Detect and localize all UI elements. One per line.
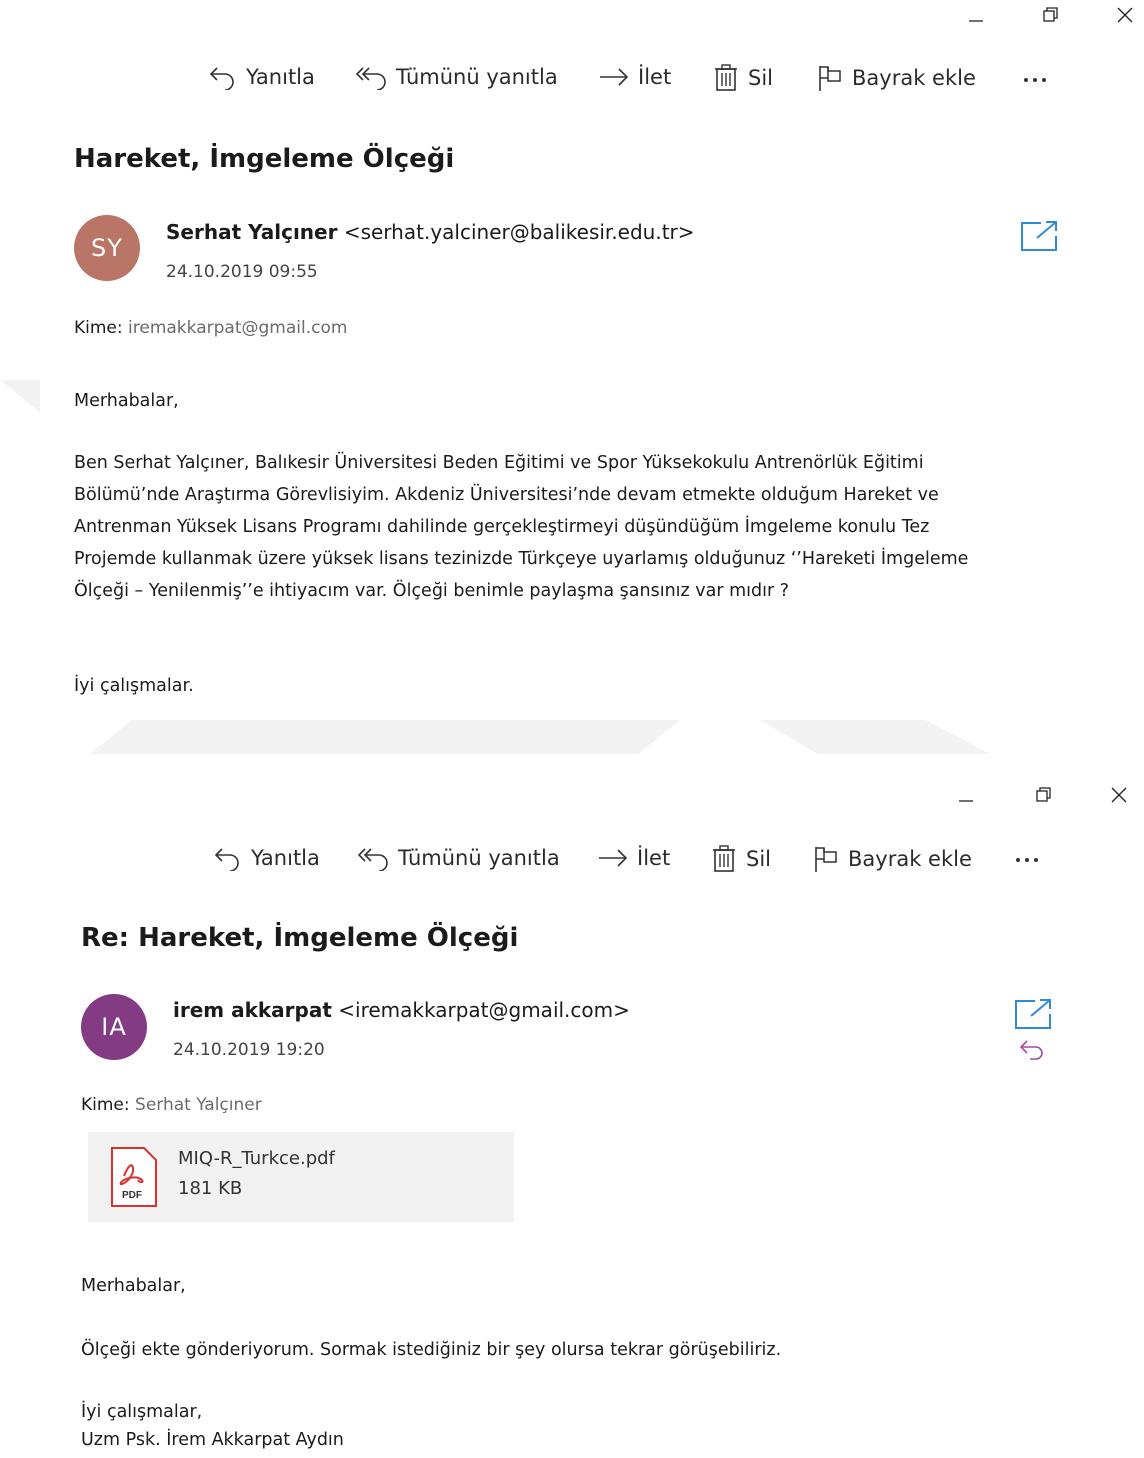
more-dot — [1034, 858, 1038, 862]
reply-all-label: Tümünü yanıtla — [398, 846, 560, 870]
recipient-line: Kime: Serhat Yalçıner — [81, 1095, 262, 1115]
sender-line: irem akkarpat <iremakkarpat@gmail.com> — [173, 998, 630, 1022]
replied-indicator — [1014, 1036, 1052, 1064]
open-in-new-window-button[interactable] — [1012, 996, 1054, 1032]
close-icon — [1111, 787, 1127, 803]
minimize-icon — [969, 20, 983, 22]
forward-label: İlet — [638, 65, 672, 89]
reply-button[interactable]: Yanıtla — [208, 64, 315, 90]
close-button[interactable] — [1105, 0, 1144, 30]
minimize-button[interactable] — [956, 0, 996, 30]
reply-button[interactable]: Yanıtla — [213, 845, 320, 871]
watermark-shape — [0, 380, 40, 412]
open-in-new-window-button[interactable] — [1018, 218, 1060, 254]
closing-line: İyi çalışmalar, — [81, 1402, 203, 1422]
forward-label: İlet — [637, 846, 671, 870]
closing: İyi çalışmalar, Uzm Psk. İrem Akkarpat A… — [81, 1398, 344, 1454]
more-dot — [1016, 858, 1020, 862]
sender-avatar: SY — [74, 215, 140, 281]
recipient-line: Kime: iremakkarpat@gmail.com — [74, 318, 347, 338]
reply-all-icon — [358, 848, 388, 871]
sender-email[interactable]: <serhat.yalciner@balikesir.edu.tr> — [344, 220, 695, 244]
flag-label: Bayrak ekle — [848, 847, 972, 871]
sender-name[interactable]: irem akkarpat — [173, 998, 332, 1022]
body-line: Bölümü’nde Araştırma Görevlisiyim. Akden… — [74, 485, 939, 505]
email-body-paragraph: Ölçeği ekte gönderiyorum. Sormak istediğ… — [81, 1334, 1121, 1366]
popout-icon — [1015, 999, 1051, 1029]
delete-label: Sil — [748, 66, 773, 90]
body-line: Ben Serhat Yalçıner, Balıkesir Üniversit… — [74, 453, 924, 473]
trash-icon — [713, 845, 735, 872]
flag-icon — [819, 66, 841, 91]
sender-line: Serhat Yalçıner <serhat.yalciner@balikes… — [166, 220, 695, 244]
sender-name[interactable]: Serhat Yalçıner — [166, 220, 337, 244]
body-line: Antrenman Yüksek Lisans Programı dahilin… — [74, 517, 930, 537]
pdf-file-icon: PDF — [111, 1147, 157, 1207]
delete-label: Sil — [746, 847, 771, 871]
minimize-icon — [959, 800, 973, 802]
popout-icon — [1021, 221, 1057, 251]
sent-date: 24.10.2019 19:20 — [173, 1040, 325, 1060]
reply-icon — [209, 67, 234, 90]
email-body: Merhabalar, — [74, 385, 1134, 417]
forward-button[interactable]: İlet — [598, 64, 671, 90]
email-subject: Re: Hareket, İmgeleme Ölçeği — [81, 923, 519, 953]
reply-all-button[interactable]: Tümünü yanıtla — [358, 845, 560, 871]
more-dot — [1033, 78, 1037, 82]
minimize-button[interactable] — [946, 780, 986, 810]
trash-icon — [715, 64, 737, 91]
delete-button[interactable]: Sil — [710, 845, 771, 873]
signature-line: Uzm Psk. İrem Akkarpat Aydın — [81, 1430, 344, 1450]
attachment-card[interactable]: PDF MIQ-R_Turkce.pdf 181 KB — [88, 1132, 514, 1222]
reply-icon — [214, 848, 239, 871]
forward-arrow-icon — [599, 849, 628, 867]
reply-all-button[interactable]: Tümünü yanıtla — [356, 64, 558, 90]
attachment-name: MIQ-R_Turkce.pdf — [178, 1148, 335, 1169]
reply-status-icon — [1019, 1040, 1043, 1060]
reply-all-label: Tümünü yanıtla — [396, 65, 558, 89]
body-line: Ölçeği – Yenilenmiş’’e ihtiyacım var. Öl… — [74, 581, 790, 601]
to-label: Kime: — [74, 318, 123, 338]
more-options-button[interactable] — [1024, 78, 1046, 82]
restore-button[interactable] — [1031, 0, 1071, 30]
delete-button[interactable]: Sil — [712, 64, 773, 92]
more-dot — [1024, 78, 1028, 82]
restore-button[interactable] — [1024, 780, 1064, 810]
body-line: Ölçeği ekte gönderiyorum. Sormak istediğ… — [81, 1340, 782, 1360]
to-value[interactable]: Serhat Yalçıner — [135, 1095, 262, 1115]
sender-email[interactable]: <iremakkarpat@gmail.com> — [338, 998, 630, 1022]
email-subject: Hareket, İmgeleme Ölçeği — [74, 144, 455, 174]
sender-avatar: IA — [81, 994, 147, 1060]
greeting: Merhabalar, — [74, 391, 179, 411]
restore-icon — [1043, 7, 1058, 22]
flag-icon — [815, 847, 837, 872]
reply-label: Yanıtla — [251, 846, 320, 870]
pdf-badge-text: PDF — [122, 1190, 142, 1201]
close-icon — [1117, 7, 1133, 23]
sent-date: 24.10.2019 09:55 — [166, 262, 318, 282]
reply-all-icon — [356, 67, 386, 90]
to-label: Kime: — [81, 1095, 130, 1115]
body-line: Projemde kullanmak üzere yüksek lisans t… — [74, 549, 969, 569]
greeting: Merhabalar, — [81, 1276, 186, 1296]
flag-button[interactable]: Bayrak ekle — [812, 845, 972, 873]
reply-label: Yanıtla — [246, 65, 315, 89]
more-dot — [1025, 858, 1029, 862]
restore-icon — [1036, 787, 1051, 802]
forward-arrow-icon — [600, 68, 629, 86]
watermark-shape — [760, 720, 990, 754]
email-body-paragraph: Ben Serhat Yalçıner, Balıkesir Üniversit… — [74, 447, 1139, 607]
more-options-button[interactable] — [1016, 858, 1038, 862]
closing: İyi çalışmalar. — [74, 676, 194, 696]
more-dot — [1042, 78, 1046, 82]
close-button[interactable] — [1099, 780, 1139, 810]
attachment-size: 181 KB — [178, 1178, 243, 1199]
to-value[interactable]: iremakkarpat@gmail.com — [128, 318, 347, 338]
forward-button[interactable]: İlet — [597, 845, 670, 871]
flag-button[interactable]: Bayrak ekle — [816, 64, 976, 92]
flag-label: Bayrak ekle — [852, 66, 976, 90]
